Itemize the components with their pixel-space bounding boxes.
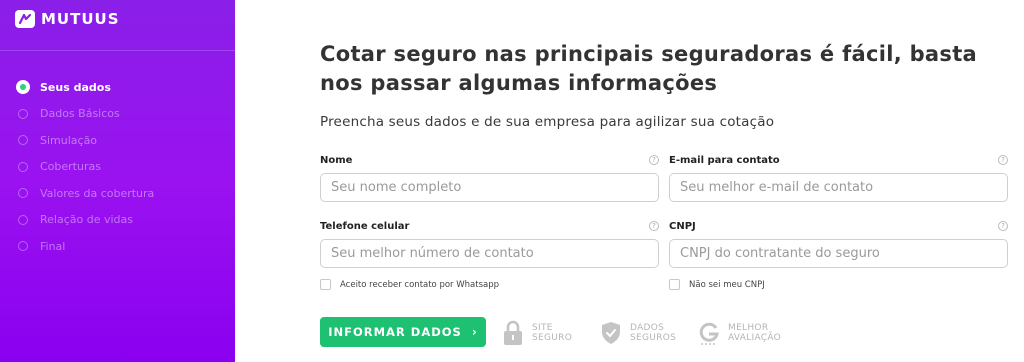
page-subtitle: Preencha seus dados e de sua empresa par…	[320, 114, 775, 130]
step-dot-icon	[18, 241, 28, 252]
step-relacao-vidas[interactable]: Relação de vidas	[18, 207, 154, 234]
melhor-avaliacao-badge: MELHOR AVALIAÇÃO	[698, 320, 781, 346]
step-dot-icon	[18, 161, 28, 172]
step-valores-cobertura[interactable]: Valores da cobertura	[18, 180, 154, 207]
chevron-right-icon: ›	[471, 325, 478, 339]
badge-line1: DADOS	[630, 323, 665, 333]
step-seus-dados[interactable]: Seus dados	[16, 74, 154, 101]
email-field-group: E-mail para contato ?	[669, 153, 1008, 202]
whatsapp-checkbox[interactable]: Aceito receber contato por Whatsapp	[320, 279, 499, 290]
step-dot-icon	[18, 135, 28, 146]
telefone-label: Telefone celular	[320, 220, 410, 232]
google-g-icon	[699, 322, 719, 345]
step-dot-icon	[18, 108, 28, 119]
step-dot-icon	[18, 188, 28, 199]
help-icon[interactable]: ?	[649, 155, 659, 165]
badge-line1: MELHOR	[728, 323, 769, 333]
badge-line2: SEGUROS	[630, 333, 677, 343]
step-label: Final	[40, 239, 66, 253]
logo-icon	[15, 10, 35, 28]
lock-icon	[504, 320, 522, 345]
telefone-input[interactable]	[320, 239, 659, 268]
step-simulacao[interactable]: Simulação	[18, 127, 154, 154]
informar-dados-button[interactable]: INFORMAR DADOS ›	[320, 317, 486, 347]
step-label: Simulação	[40, 133, 98, 147]
nome-label: Nome	[320, 154, 353, 166]
email-label: E-mail para contato	[669, 154, 780, 166]
no-cnpj-checkbox[interactable]: Não sei meu CNPJ	[669, 279, 765, 290]
step-dados-basicos[interactable]: Dados Básicos	[18, 101, 154, 128]
sidebar: mutuus Seus dados Dados Básicos Simulaçã…	[0, 0, 235, 362]
nome-field-group: Nome ?	[320, 153, 659, 202]
help-icon[interactable]: ?	[998, 221, 1008, 231]
help-icon[interactable]: ?	[649, 221, 659, 231]
badge-line2: AVALIAÇÃO	[728, 333, 782, 343]
email-input[interactable]	[669, 173, 1008, 202]
step-label: Coberturas	[40, 160, 101, 174]
brand-logo[interactable]: mutuus	[15, 10, 120, 28]
site-seguro-badge: SITE SEGURO	[502, 320, 572, 346]
checkbox-box[interactable]	[669, 279, 680, 290]
step-active-dot-icon	[16, 80, 30, 95]
step-label: Dados Básicos	[40, 107, 120, 121]
cnpj-input[interactable]	[669, 239, 1008, 268]
step-final[interactable]: Final	[18, 233, 154, 260]
submit-label: INFORMAR DADOS	[328, 325, 462, 339]
logo-text: mutuus	[41, 10, 120, 28]
step-coberturas[interactable]: Coberturas	[18, 154, 154, 181]
step-list: Seus dados Dados Básicos Simulação Cober…	[16, 74, 154, 260]
sidebar-divider	[0, 50, 235, 51]
badge-line1: SITE	[532, 323, 553, 333]
checkbox-box[interactable]	[320, 279, 331, 290]
step-label: Seus dados	[40, 80, 111, 94]
step-label: Valores da cobertura	[40, 186, 155, 200]
telefone-field-group: Telefone celular ?	[320, 219, 659, 268]
step-label: Relação de vidas	[40, 213, 133, 227]
no-cnpj-checkbox-label: Não sei meu CNPJ	[689, 279, 765, 290]
cnpj-field-group: CNPJ ?	[669, 219, 1008, 268]
step-dot-icon	[18, 214, 28, 225]
whatsapp-checkbox-label: Aceito receber contato por Whatsapp	[340, 279, 500, 290]
page-title: Cotar seguro nas principais seguradoras …	[320, 42, 978, 95]
shield-check-icon	[602, 322, 620, 344]
dados-seguros-badge: DADOS SEGUROS	[600, 320, 676, 346]
nome-input[interactable]	[320, 173, 659, 202]
help-icon[interactable]: ?	[998, 155, 1008, 165]
cnpj-label: CNPJ	[669, 220, 696, 232]
badge-line2: SEGURO	[532, 333, 573, 343]
